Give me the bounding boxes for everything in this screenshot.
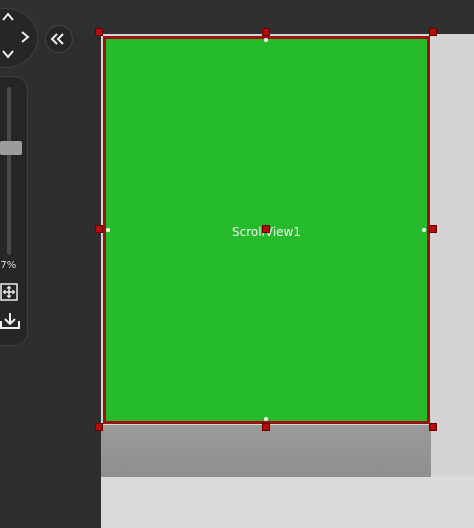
resize-handle-right[interactable] [429,225,437,233]
chevron-down-icon[interactable] [2,49,14,62]
anchor-dot-right [422,228,426,232]
resize-handle-bottom-left[interactable] [95,423,103,431]
anchor-dot-left [106,228,110,232]
resize-handle-center[interactable] [262,225,270,233]
double-chevron-left-icon [50,33,64,45]
canvas-grey-block [101,425,431,477]
design-canvas-lower [101,476,474,528]
chevron-right-icon[interactable] [20,31,30,46]
anchor-dot-bottom [264,417,268,421]
resize-handle-top[interactable] [262,28,270,36]
zoom-level-label: 87% [0,260,17,271]
chevron-up-icon[interactable] [2,12,14,25]
collapse-panel-button[interactable] [45,25,73,53]
resize-handle-bottom-right[interactable] [429,423,437,431]
fit-to-screen-icon[interactable] [0,283,18,305]
designer-workspace: 87% ScrollView1 [0,0,474,528]
zoom-slider-thumb[interactable] [0,141,22,155]
zoom-panel [0,76,28,346]
resize-handle-top-right[interactable] [429,28,437,36]
download-icon[interactable] [0,312,20,334]
resize-handle-left[interactable] [95,225,103,233]
resize-handle-top-left[interactable] [95,28,103,36]
resize-handle-bottom[interactable] [262,423,270,431]
zoom-slider-track[interactable] [7,87,11,255]
workspace-top-band [0,0,474,34]
anchor-dot-top [264,38,268,42]
